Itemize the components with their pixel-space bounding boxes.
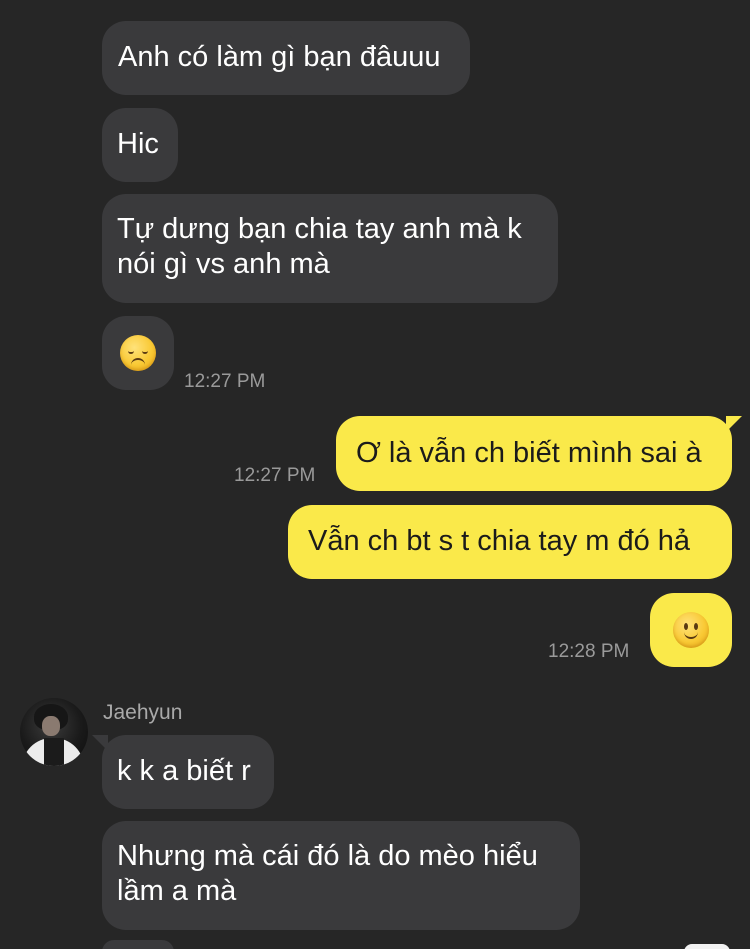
chat-thread[interactable]: Anh có làm gì bạn đâuuu Hic Tự dưng bạn … — [0, 0, 750, 949]
message-text: Anh có làm gì bạn đâuuu — [118, 41, 441, 73]
message-text: Hic — [117, 128, 159, 160]
incoming-message-bubble[interactable]: Tự dưng bạn chia tay anh mà k nói gì vs … — [102, 194, 558, 303]
outgoing-emoji-bubble[interactable] — [650, 593, 732, 667]
message-text: Nhưng mà cái đó là do mèo hiểu lầm a mà — [117, 840, 538, 907]
incoming-message-bubble[interactable]: Anh có làm gì bạn đâuuu — [102, 21, 470, 95]
slightly-smiling-face-icon — [673, 612, 709, 648]
outgoing-message-bubble[interactable]: Vẫn ch bt s t chia tay m đó hả — [288, 505, 732, 579]
outgoing-message-bubble[interactable]: Ơ là vẫn ch biết mình sai à — [336, 416, 742, 491]
sender-avatar[interactable] — [20, 698, 88, 766]
message-text: Tự dưng bạn chia tay anh mà k nói gì vs … — [117, 213, 522, 280]
message-text: Vẫn ch bt s t chia tay m đó hả — [308, 525, 691, 557]
message-text: Ơ là vẫn ch biết mình sai à — [356, 437, 702, 469]
incoming-emoji-bubble[interactable] — [102, 316, 174, 390]
sender-name: Jaehyun — [103, 701, 183, 724]
message-timestamp: 12:27 PM — [184, 371, 266, 392]
incoming-message-bubble[interactable]: k k a biết r — [92, 735, 274, 809]
message-timestamp: 12:28 PM — [548, 641, 630, 662]
message-text: k k a biết r — [117, 755, 251, 787]
incoming-message-bubble[interactable]: Nhưng mà cái đó là do mèo hiểu lầm a mà — [102, 821, 580, 930]
incoming-message-bubble[interactable]: Hic — [102, 108, 178, 182]
pensive-face-icon — [120, 335, 156, 371]
partial-message-bubble — [102, 940, 174, 949]
partial-message-bubble — [684, 944, 730, 949]
message-timestamp: 12:27 PM — [234, 465, 316, 486]
